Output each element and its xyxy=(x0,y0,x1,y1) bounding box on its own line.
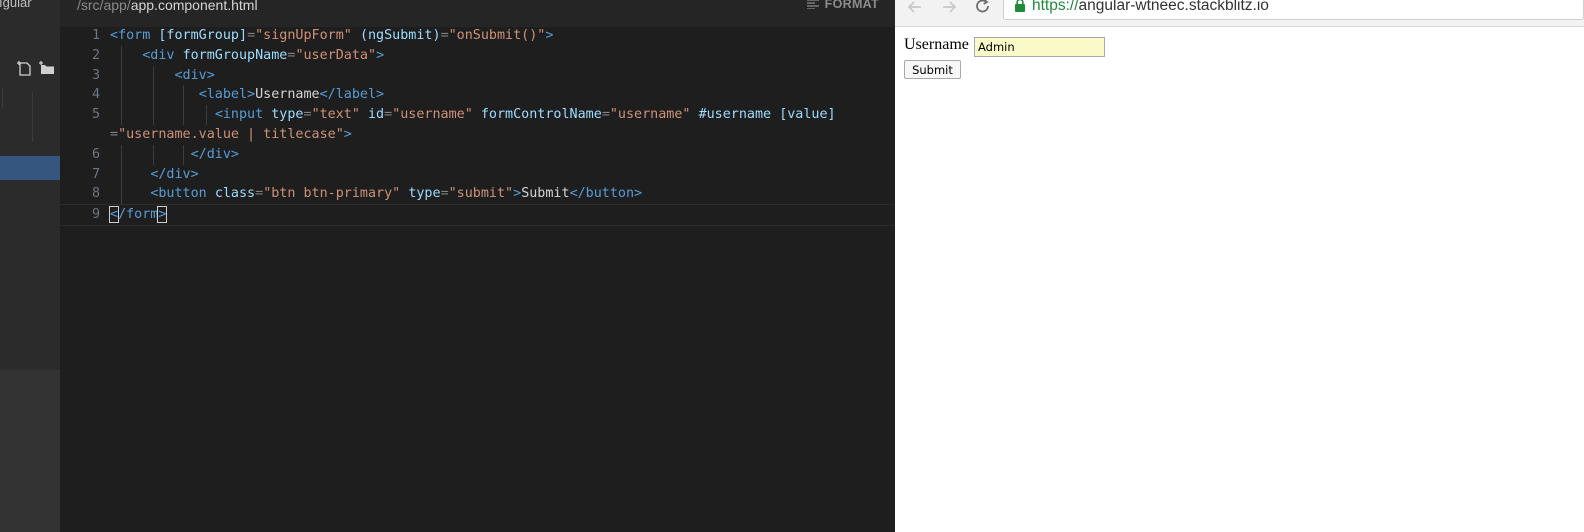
code-text: <input type="text" id="username" formCon… xyxy=(214,107,836,123)
code-text: <div formGroupName="userData"> xyxy=(142,47,385,63)
lock-icon xyxy=(1014,0,1026,17)
url-host: angular-wtneec.stackblitz.io xyxy=(1078,0,1269,14)
code-line[interactable]: 6 </div> xyxy=(60,144,895,165)
address-bar[interactable]: https://angular-wtneec.stackblitz.io xyxy=(1003,0,1584,20)
project-sidebar: ıgular xyxy=(0,0,60,532)
code-line[interactable]: 1 <form [formGroup]="signUpForm" (ngSubmi… xyxy=(60,26,895,46)
line-number: 4 xyxy=(91,87,100,103)
line-number: 6 xyxy=(91,146,100,162)
code-area[interactable]: 1 <form [formGroup]="signUpForm" (ngSubmi… xyxy=(60,26,895,226)
back-arrow-icon[interactable] xyxy=(905,0,927,18)
format-button[interactable]: FORMAT xyxy=(806,0,879,11)
tree-guide xyxy=(32,92,33,142)
line-number: 1 xyxy=(91,28,100,43)
editor-title-bar: /src/app/app.component.html FORMAT xyxy=(60,0,895,27)
reload-icon[interactable] xyxy=(973,0,995,18)
code-line[interactable]: 8 <button class="btn btn-primary" type="… xyxy=(60,184,895,205)
code-line[interactable]: 4 <label>Username</label> xyxy=(60,85,895,106)
file-name: app.component.html xyxy=(130,0,258,13)
code-text: <div> xyxy=(174,67,215,83)
code-text: </form> xyxy=(108,206,168,224)
forward-arrow-icon[interactable] xyxy=(939,0,961,18)
file-path: /src/app/app.component.html xyxy=(77,0,258,13)
code-line[interactable]: 7 </div> xyxy=(60,164,895,185)
submit-button[interactable]: Submit xyxy=(904,60,961,79)
browser-preview: https://angular-wtneec.stackblitz.io Use… xyxy=(895,0,1584,532)
code-line[interactable]: 5 <input type="text" id="username" formC… xyxy=(60,105,895,125)
username-label: Username xyxy=(904,36,969,53)
code-line[interactable]: 9 </form> xyxy=(60,204,895,226)
code-text: <form [formGroup]="signUpForm" (ngSubmit… xyxy=(110,28,554,43)
code-text: <button class="btn btn-primary" type="su… xyxy=(150,186,643,202)
line-number: 5 xyxy=(91,107,100,123)
line-number: 3 xyxy=(91,67,100,83)
line-number: 8 xyxy=(91,186,100,202)
format-icon xyxy=(806,0,819,10)
code-text: <label>Username</label> xyxy=(198,87,385,103)
line-number: 2 xyxy=(91,47,100,63)
new-file-icon[interactable] xyxy=(16,60,34,76)
new-folder-icon[interactable] xyxy=(38,60,56,76)
code-text: </div> xyxy=(150,166,199,182)
tree-guide xyxy=(2,88,3,108)
code-text: ="username.value | titlecase"> xyxy=(110,126,352,142)
url-protocol: https:// xyxy=(1032,0,1079,14)
code-line[interactable]: 3 <div> xyxy=(60,65,895,86)
code-line[interactable]: 2 <div formGroupName="userData"> xyxy=(60,45,895,66)
browser-toolbar: https://angular-wtneec.stackblitz.io xyxy=(895,0,1584,27)
sidebar-lower-panel xyxy=(0,370,60,532)
url-text: https://angular-wtneec.stackblitz.io xyxy=(1032,0,1269,15)
wrapped-code-line[interactable]: ="username.value | titlecase"> xyxy=(60,125,895,145)
project-name[interactable]: ıgular xyxy=(0,0,32,10)
selected-tree-item[interactable] xyxy=(0,156,60,180)
line-number: 7 xyxy=(91,166,100,182)
line-number: 9 xyxy=(91,207,100,223)
code-editor[interactable]: /src/app/app.component.html FORMAT 1 <for… xyxy=(60,0,895,532)
code-text: </div> xyxy=(190,146,239,162)
username-input[interactable] xyxy=(974,37,1105,57)
